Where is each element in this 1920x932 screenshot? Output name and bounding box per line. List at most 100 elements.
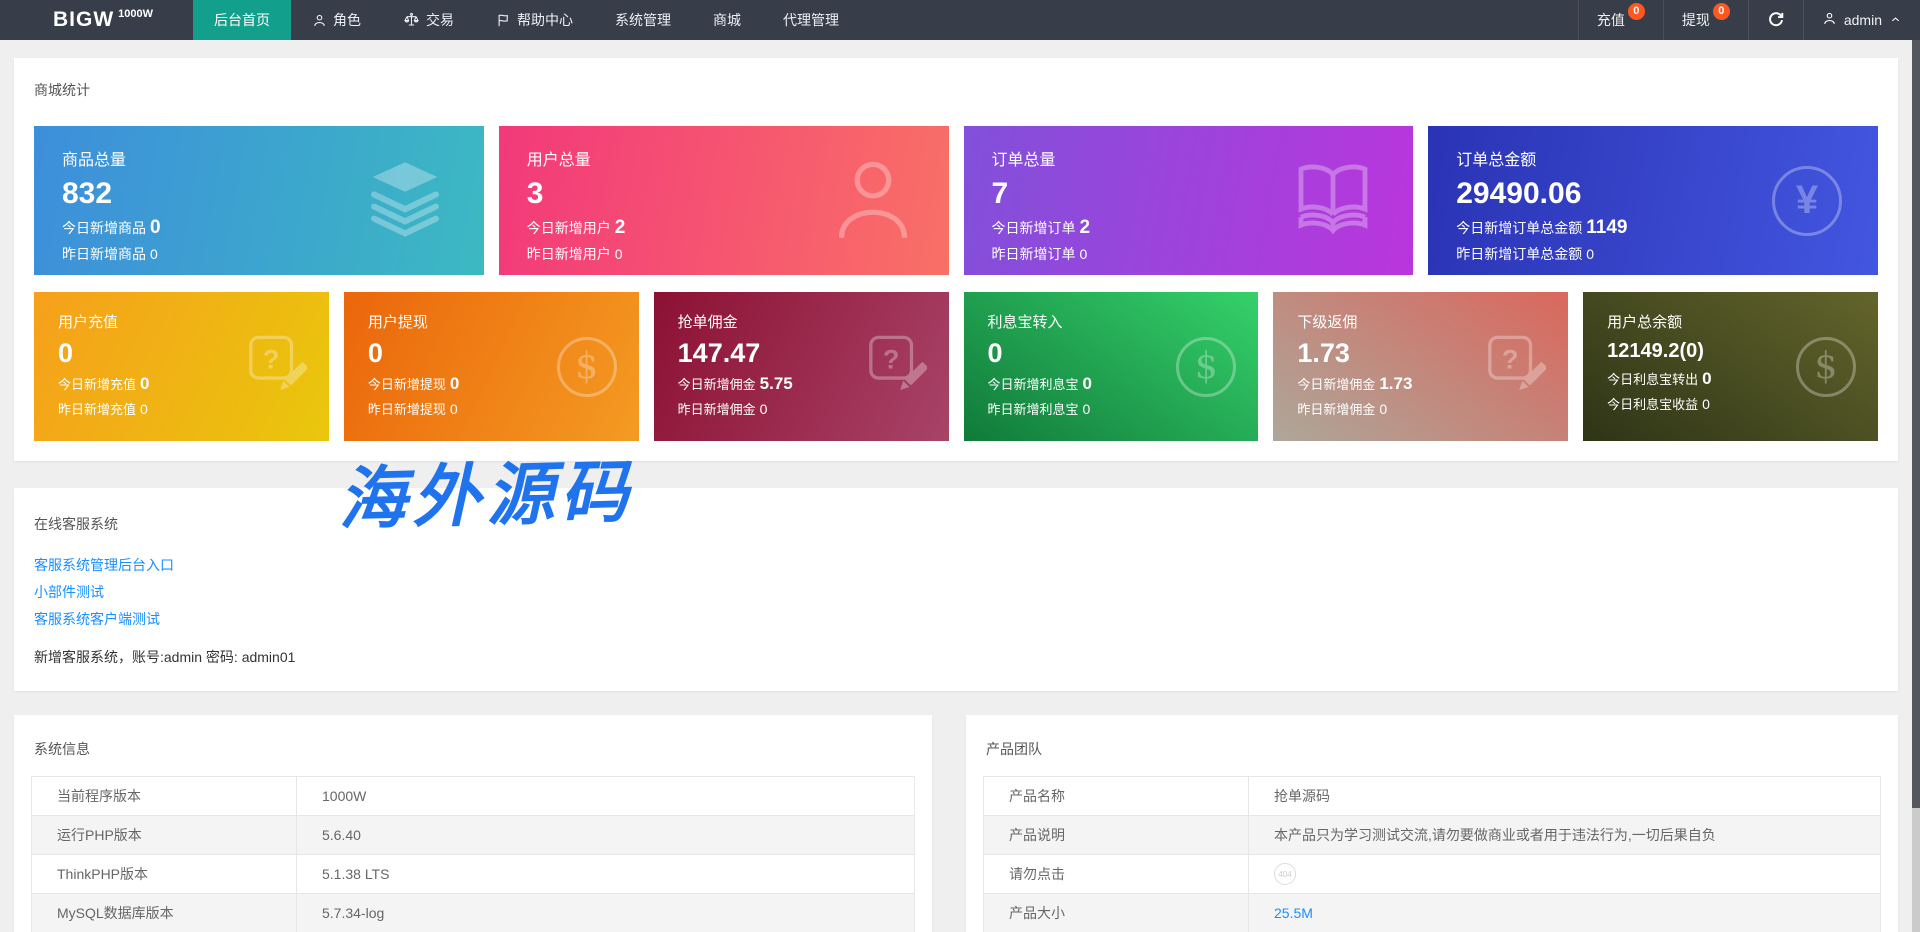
recharge-badge: 0	[1627, 2, 1645, 20]
recharge-button[interactable]: 充值 0	[1577, 0, 1663, 40]
table-row: 请勿点击 404	[983, 854, 1881, 894]
table-row: ThinkPHP版本 5.1.38 LTS	[31, 854, 915, 894]
refresh-icon	[1767, 10, 1785, 31]
withdraw-badge: 0	[1712, 2, 1730, 20]
stat-card-sub-rebate: 下级返佣 1.73 今日新增佣金 1.73 昨日新增佣金 0 ?	[1273, 292, 1569, 441]
stat-card-title: 用户总余额	[1607, 314, 1683, 331]
table-row: 产品大小 25.5M	[983, 893, 1881, 932]
user-icon	[1822, 11, 1837, 29]
stat-card-grab-commission: 抢单佣金 147.47 今日新增佣金 5.75 昨日新增佣金 0 ?	[653, 292, 949, 441]
stats-section-title: 商城统计	[34, 82, 90, 98]
stat-card-yesterday: 今日利息宝收益 0	[1607, 396, 1710, 412]
stat-card-orders: 订单总量 7 今日新增订单 2 昨日新增订单 0	[963, 126, 1414, 275]
service-admin-link[interactable]: 客服系统管理后台入口	[34, 552, 174, 579]
bottom-panels: 系统信息 当前程序版本 1000W 运行PHP版本 5.6.40 ThinkPHP版…	[14, 715, 1898, 932]
logo-text: BIGW	[53, 8, 115, 31]
user-icon	[312, 13, 327, 28]
stat-card-yesterday: 昨日新增商品 0	[62, 246, 158, 262]
info-value: 1000W	[296, 776, 915, 816]
stat-card-title: 利息宝转入	[987, 314, 1063, 331]
info-key: 请勿点击	[983, 854, 1249, 894]
stat-card-yesterday: 昨日新增订单 0	[991, 246, 1088, 262]
question-edit-icon: ?	[245, 333, 308, 400]
flag-icon	[496, 13, 511, 28]
info-key: 当前程序版本	[31, 776, 297, 816]
menu-item-system[interactable]: 系统管理	[594, 0, 692, 40]
layers-icon	[362, 159, 448, 242]
table-row: MySQL数据库版本 5.7.34-log	[31, 893, 915, 932]
info-value: 5.6.40	[296, 815, 915, 855]
dollar-icon: $	[556, 336, 617, 397]
info-value: 25.5M	[1248, 893, 1881, 932]
table-row: 运行PHP版本 5.6.40	[31, 815, 915, 855]
menu-item-label: 帮助中心	[517, 12, 574, 28]
stat-card-yesterday: 昨日新增用户 0	[526, 246, 623, 262]
menu-item-mall[interactable]: 商城	[692, 0, 762, 40]
menu-item-trade[interactable]: 交易	[382, 0, 475, 40]
username: admin	[1843, 12, 1882, 28]
stat-card-users: 用户总量 3 今日新增用户 2 昨日新增用户 0	[498, 126, 949, 275]
stat-card-total-balance: 用户总余额 12149.2(0) 今日利息宝转出 0 今日利息宝收益 0 $	[1583, 292, 1878, 441]
menu-item-label: 角色	[333, 12, 362, 28]
product-team-table: 产品名称 抢单源码 产品说明 本产品只为学习测试交流,请勿要做商业或者用于违法行为,…	[983, 776, 1881, 932]
scales-icon	[403, 12, 420, 28]
scrollbar-thumb[interactable]	[1912, 40, 1920, 808]
question-edit-icon: ?	[865, 333, 928, 400]
logo-version: 1000W	[118, 8, 154, 20]
withdraw-label: 提现	[1681, 12, 1710, 28]
product-size-link[interactable]: 25.5M	[1274, 905, 1313, 921]
stat-card-yesterday: 昨日新增充值 0	[58, 401, 148, 417]
menu-item-home[interactable]: 后台首页	[193, 0, 292, 40]
system-info-title: 系统信息	[34, 741, 90, 757]
do-not-click-icon[interactable]: 404	[1274, 863, 1296, 885]
table-row: 产品名称 抢单源码	[983, 776, 1881, 816]
app-logo[interactable]: BIGW 1000W	[0, 0, 193, 40]
menu-item-help-center[interactable]: 帮助中心	[475, 0, 594, 40]
table-row: 产品说明 本产品只为学习测试交流,请勿要做商业或者用于违法行为,一切后果自负	[983, 815, 1881, 855]
book-icon	[1289, 160, 1377, 241]
stat-card-withdraw: 用户提现 0 今日新增提现 0 昨日新增提现 0 $	[343, 292, 639, 441]
page-scrollbar[interactable]	[1912, 40, 1920, 932]
info-value: 404	[1248, 854, 1881, 894]
info-key: 产品说明	[983, 815, 1249, 855]
table-row: 当前程序版本 1000W	[31, 776, 915, 816]
info-key: 产品名称	[983, 776, 1249, 816]
stat-card-yesterday: 昨日新增订单总金额 0	[1456, 246, 1595, 262]
info-value: 5.1.38 LTS	[296, 854, 915, 894]
user-icon	[833, 156, 913, 245]
service-panel-title: 在线客服系统	[34, 516, 118, 532]
menu-item-label: 交易	[426, 12, 455, 28]
mall-stats-panel: 商城统计 商品总量 832 今日新增商品 0 昨日新增商品 0 用户总量 3 今日新…	[14, 58, 1898, 461]
stat-card-yesterday: 昨日新增佣金 0	[677, 401, 768, 417]
stat-card-products: 商品总量 832 今日新增商品 0 昨日新增商品 0	[34, 126, 484, 275]
withdraw-button[interactable]: 提现 0	[1662, 0, 1748, 40]
menu-item-label: 后台首页	[214, 12, 271, 28]
system-info-panel: 系统信息 当前程序版本 1000W 运行PHP版本 5.6.40 ThinkPHP版…	[14, 715, 932, 932]
info-key: MySQL数据库版本	[31, 893, 297, 932]
info-key: 产品大小	[983, 893, 1249, 932]
user-menu[interactable]: admin	[1802, 0, 1920, 40]
svg-text:?: ?	[1502, 343, 1519, 374]
svg-text:?: ?	[882, 343, 899, 374]
refresh-button[interactable]	[1747, 0, 1803, 40]
product-team-title: 产品团队	[986, 741, 1042, 757]
info-key: ThinkPHP版本	[31, 854, 297, 894]
menu-item-roles[interactable]: 角色	[291, 0, 382, 40]
small-stat-cards: 用户充值 0 今日新增充值 0 昨日新增充值 0 ? 用户提现 0 今日新增提现 0 …	[34, 292, 1878, 441]
widget-test-link[interactable]: 小部件测试	[34, 579, 104, 606]
stat-card-yesterday: 昨日新增利息宝 0	[987, 401, 1091, 417]
big-stat-cards: 商品总量 832 今日新增商品 0 昨日新增商品 0 用户总量 3 今日新增用户 2 …	[34, 126, 1878, 275]
stat-card-interest-in: 利息宝转入 0 今日新增利息宝 0 昨日新增利息宝 0 $	[963, 292, 1259, 441]
menu-item-agent[interactable]: 代理管理	[762, 0, 860, 40]
svg-text:?: ?	[263, 343, 280, 374]
stat-card-title: 抢单佣金	[677, 314, 738, 331]
menu-item-label: 商城	[713, 12, 742, 28]
stat-card-order-amount: 订单总金额 29490.06 今日新增订单总金额 1149 昨日新增订单总金额 0 …	[1428, 126, 1878, 275]
product-team-panel: 产品团队 产品名称 抢单源码 产品说明 本产品只为学习测试交流,请勿要做商业或者用于…	[966, 715, 1898, 932]
service-account-note: 新增客服系统，账号:admin 密码: admin01	[34, 649, 296, 665]
menu-item-label: 代理管理	[783, 12, 840, 28]
page-content: 商城统计 商品总量 832 今日新增商品 0 昨日新增商品 0 用户总量 3 今日新…	[0, 40, 1920, 932]
stat-card-title: 用户充值	[58, 314, 119, 331]
info-value: 本产品只为学习测试交流,请勿要做商业或者用于违法行为,一切后果自负	[1248, 815, 1881, 855]
service-client-test-link[interactable]: 客服系统客户端测试	[34, 606, 160, 633]
